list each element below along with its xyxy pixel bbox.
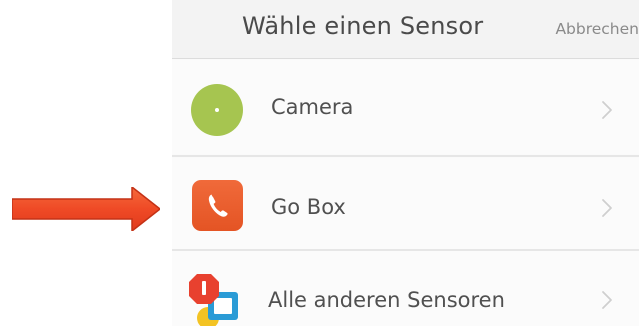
camera-icon: [191, 84, 243, 136]
sensor-item-camera[interactable]: Camera: [172, 60, 639, 154]
picker-header: Wähle einen Sensor Abbrechen: [172, 0, 639, 59]
screenshot-stage: Wähle einen Sensor Abbrechen Camera Go B…: [0, 0, 639, 326]
sensor-item-label: Camera: [271, 95, 354, 119]
phone-icon: [192, 180, 243, 231]
chevron-right-icon: [602, 101, 612, 119]
annotation-arrow-icon: [12, 187, 160, 231]
camera-dot: [215, 108, 219, 112]
cancel-button[interactable]: Abbrechen: [555, 20, 639, 38]
sensor-item-all-other-sensors[interactable]: Alle anderen Sensoren: [172, 252, 639, 326]
row-divider: [172, 155, 639, 157]
sensor-item-go-box[interactable]: Go Box: [172, 158, 639, 252]
sensor-item-label: Go Box: [271, 195, 346, 219]
chevron-right-icon: [602, 291, 612, 309]
row-divider: [172, 249, 639, 251]
sensor-item-label: Alle anderen Sensoren: [268, 288, 505, 312]
sensor-picker-panel: Wähle einen Sensor Abbrechen Camera Go B…: [172, 0, 639, 326]
page-title: Wähle einen Sensor: [242, 12, 484, 40]
sensor-shapes-icon: [189, 274, 238, 326]
chevron-right-icon: [602, 199, 612, 217]
phone-handset-icon: [208, 194, 228, 217]
